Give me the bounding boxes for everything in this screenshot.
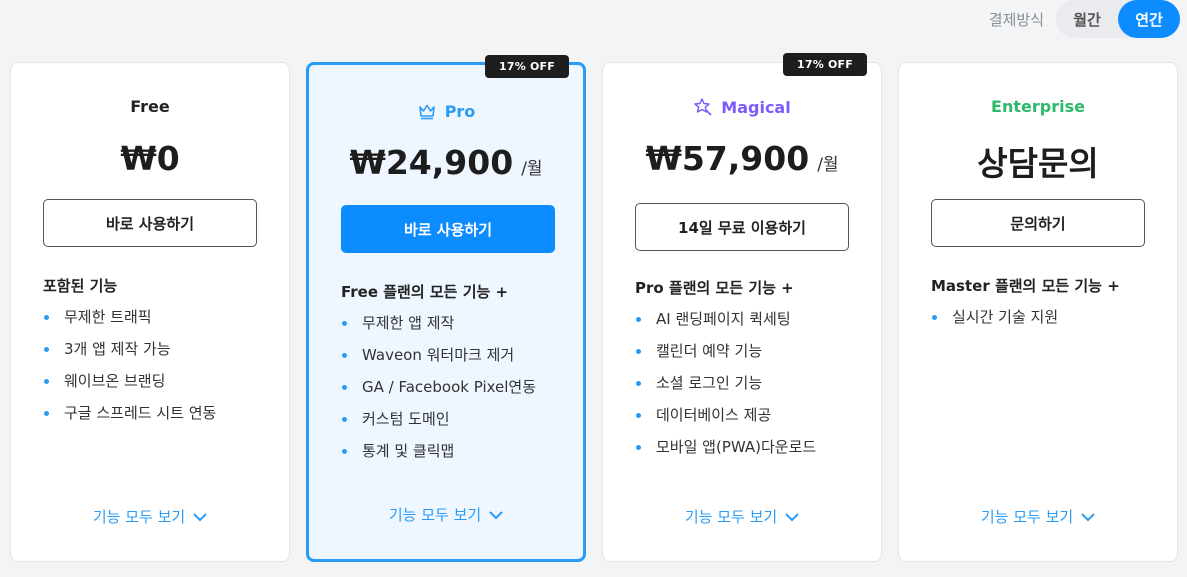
- price-unit: /월: [521, 159, 543, 179]
- price-amount: ₩57,900: [645, 139, 810, 178]
- start-free-button[interactable]: 바로 사용하기: [43, 199, 257, 247]
- start-pro-button[interactable]: 바로 사용하기: [341, 205, 555, 253]
- list-item: 데이터베이스 제공: [635, 405, 861, 437]
- feature-list-enterprise: 실시간 기술 지원: [931, 307, 1157, 339]
- billing-option-monthly[interactable]: 월간: [1056, 0, 1118, 38]
- start-trial-button[interactable]: 14일 무료 이용하기: [635, 203, 849, 251]
- plan-price-free: ₩0: [11, 139, 289, 178]
- contact-button[interactable]: 문의하기: [931, 199, 1145, 247]
- feature-heading: Free 플랜의 모든 기능 +: [341, 283, 509, 301]
- feature-list-pro: 무제한 앱 제작 Waveon 워터마크 제거 GA / Facebook Pi…: [341, 313, 563, 473]
- see-all-features-link[interactable]: 기능 모두 보기: [11, 506, 289, 527]
- chevron-down-icon: [193, 512, 207, 521]
- list-item: 3개 앱 제작 가능: [43, 339, 269, 371]
- see-all-label: 기능 모두 보기: [684, 508, 778, 526]
- plan-price-enterprise: 상담문의: [899, 137, 1177, 185]
- feature-heading: 포함된 기능: [43, 277, 118, 295]
- plan-card-enterprise: Enterprise 상담문의 문의하기 Master 플랜의 모든 기능 + …: [898, 62, 1178, 562]
- list-item: 소셜 로그인 기능: [635, 373, 861, 405]
- billing-option-annual[interactable]: 연간: [1118, 0, 1180, 38]
- plan-card-free: Free ₩0 바로 사용하기 포함된 기능 무제한 트래픽 3개 앱 제작 가…: [10, 62, 290, 562]
- plan-card-pro: 17% OFF Pro ₩24,900 /월 바로 사용하기 Free 플랜의 …: [306, 55, 586, 562]
- billing-toggle: 월간 연간: [1056, 0, 1180, 38]
- plan-price-pro: ₩24,900 /월: [309, 143, 583, 182]
- feature-list-free: 무제한 트래픽 3개 앱 제작 가능 웨이브온 브랜딩 구글 스프레드 시트 연…: [43, 307, 269, 435]
- plan-name-free: Free: [11, 97, 289, 116]
- crown-icon: [418, 104, 435, 120]
- plan-name-enterprise: Enterprise: [899, 97, 1177, 116]
- list-item: 웨이브온 브랜딩: [43, 371, 269, 403]
- list-item: 캘린더 예약 기능: [635, 341, 861, 373]
- list-item: 실시간 기술 지원: [931, 307, 1157, 339]
- see-all-features-link[interactable]: 기능 모두 보기: [309, 504, 583, 525]
- plan-card-magical: 17% OFF Magical ₩57,900 /월 14일 무료 이용하기 P…: [602, 53, 882, 562]
- plan-name-label: Free: [130, 97, 170, 116]
- chevron-down-icon: [785, 512, 799, 521]
- plan-name-label: Pro: [444, 101, 476, 121]
- price-unit: /월: [817, 155, 839, 175]
- plan-name-magical: Magical: [603, 97, 881, 117]
- price-amount: ₩0: [120, 139, 180, 178]
- plan-name-label: Magical: [721, 97, 791, 117]
- list-item: 통계 및 클릭맵: [341, 441, 563, 473]
- list-item: GA / Facebook Pixel연동: [341, 377, 563, 409]
- magic-wand-icon: [694, 98, 712, 116]
- see-all-label: 기능 모두 보기: [980, 508, 1074, 526]
- plan-name-label: Enterprise: [991, 97, 1085, 116]
- list-item: 모바일 앱(PWA)다운로드: [635, 437, 861, 469]
- list-item: 구글 스프레드 시트 연동: [43, 403, 269, 435]
- list-item: AI 랜딩페이지 퀵세팅: [635, 309, 861, 341]
- see-all-features-link[interactable]: 기능 모두 보기: [603, 506, 881, 527]
- billing-selector: 결제방식 월간 연간: [989, 0, 1180, 38]
- see-all-label: 기능 모두 보기: [92, 508, 186, 526]
- billing-label: 결제방식: [988, 10, 1044, 29]
- discount-badge: 17% OFF: [783, 53, 867, 76]
- see-all-label: 기능 모두 보기: [388, 506, 482, 524]
- list-item: 무제한 앱 제작: [341, 313, 563, 345]
- see-all-features-link[interactable]: 기능 모두 보기: [899, 506, 1177, 527]
- chevron-down-icon: [489, 510, 503, 519]
- list-item: Waveon 워터마크 제거: [341, 345, 563, 377]
- price-amount: 상담문의: [977, 144, 1099, 183]
- discount-badge: 17% OFF: [485, 55, 569, 78]
- list-item: 커스텀 도메인: [341, 409, 563, 441]
- plan-price-magical: ₩57,900 /월: [603, 139, 881, 178]
- plan-name-pro: Pro: [309, 101, 583, 121]
- price-amount: ₩24,900: [349, 143, 514, 182]
- list-item: 무제한 트래픽: [43, 307, 269, 339]
- chevron-down-icon: [1081, 512, 1095, 521]
- feature-heading: Master 플랜의 모든 기능 +: [931, 277, 1120, 295]
- feature-heading: Pro 플랜의 모든 기능 +: [635, 279, 794, 297]
- feature-list-magical: AI 랜딩페이지 퀵세팅 캘린더 예약 기능 소셜 로그인 기능 데이터베이스 …: [635, 309, 861, 469]
